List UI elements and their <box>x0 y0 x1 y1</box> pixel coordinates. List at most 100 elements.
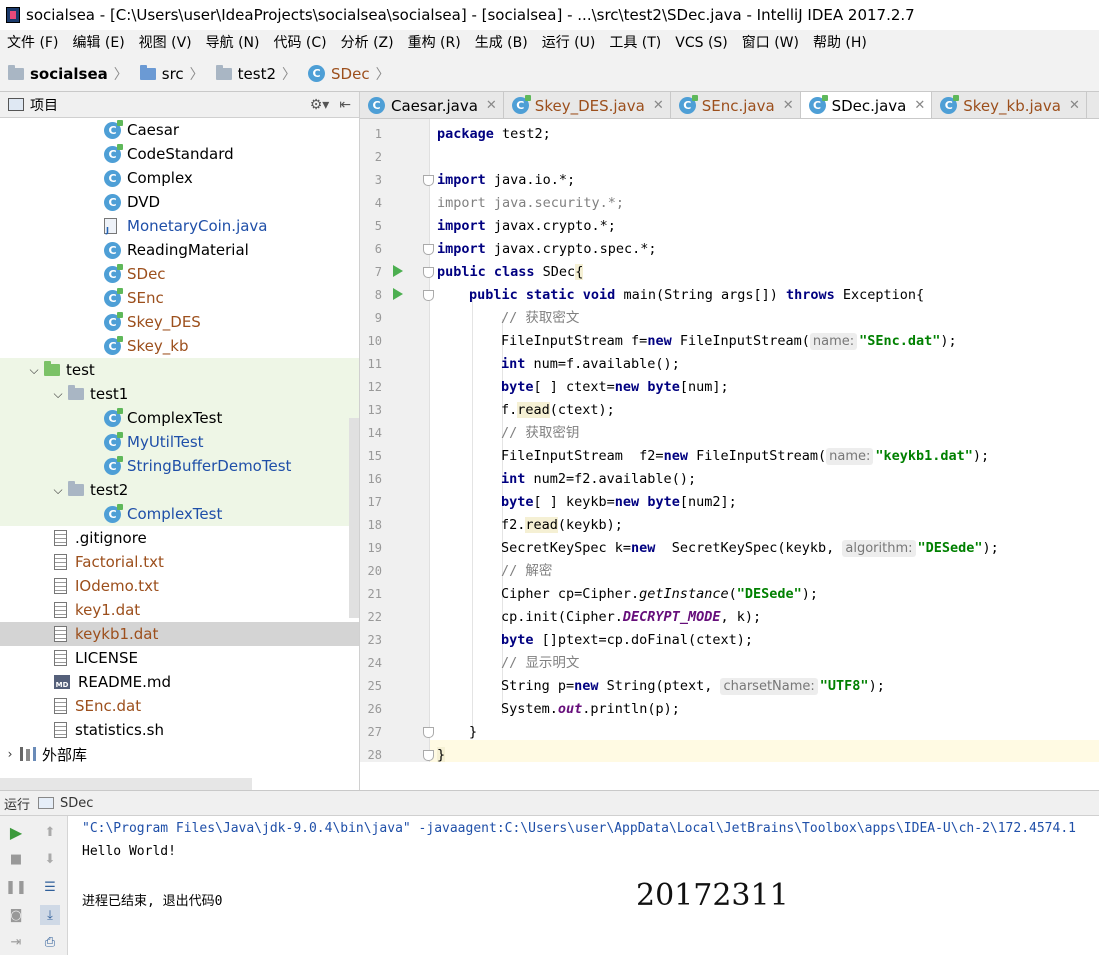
fold-icon[interactable] <box>423 175 434 186</box>
class-icon: C <box>104 193 121 211</box>
line-number: 17 <box>367 495 382 509</box>
breadcrumb-package[interactable]: test2 〉 <box>208 56 300 92</box>
rerun-icon[interactable]: ▶ <box>6 822 26 842</box>
tab-senc[interactable]: C SEnc.java ✕ <box>671 92 801 118</box>
up-arrow-icon[interactable]: ⬆ <box>40 822 60 842</box>
tree-item-complex[interactable]: C Complex <box>0 166 359 190</box>
menu-run[interactable]: 运行 (U) <box>535 30 603 56</box>
camera-icon[interactable]: ◙ <box>6 905 26 925</box>
window-title: socialsea - [C:\Users\user\IdeaProjects\… <box>26 6 915 24</box>
tab-skey-des[interactable]: C Skey_DES.java ✕ <box>504 92 671 118</box>
menu-window[interactable]: 窗口 (W) <box>735 30 806 56</box>
login-icon[interactable]: ⇥ <box>6 932 26 952</box>
menu-refactor[interactable]: 重构 (R) <box>401 30 468 56</box>
chevron-right-icon[interactable]: › <box>0 747 20 761</box>
fold-icon[interactable] <box>423 244 434 255</box>
line-number: 14 <box>367 426 382 440</box>
menu-help[interactable]: 帮助 (H) <box>806 30 874 56</box>
tree-item-sdec[interactable]: C SDec <box>0 262 359 286</box>
close-icon[interactable]: ✕ <box>486 98 497 113</box>
menu-edit[interactable]: 编辑 (E) <box>65 30 131 56</box>
tree-item-skey-des[interactable]: C Skey_DES <box>0 310 359 334</box>
tree-item-keykb1-dat[interactable]: keykb1.dat <box>0 622 359 646</box>
chevron-down-icon[interactable]: ⌵ <box>24 363 44 378</box>
tree-item-test1[interactable]: ⌵ test1 <box>0 382 359 406</box>
library-icon <box>20 747 36 761</box>
fold-icon[interactable] <box>423 267 434 278</box>
horizontal-scrollbar[interactable] <box>0 778 252 790</box>
tree-item-readme[interactable]: MD README.md <box>0 670 359 694</box>
tree-item-key1-dat[interactable]: key1.dat <box>0 598 359 622</box>
tree-item-codestandard[interactable]: C CodeStandard <box>0 142 359 166</box>
line-number: 2 <box>374 150 382 164</box>
menu-vcs[interactable]: VCS (S) <box>668 30 735 56</box>
tab-skey-kb[interactable]: C Skey_kb.java ✕ <box>932 92 1087 118</box>
tree-item-senc[interactable]: C SEnc <box>0 286 359 310</box>
tree-item-test[interactable]: ⌵ test <box>0 358 359 382</box>
close-icon[interactable]: ✕ <box>783 98 794 113</box>
tree-item-dvd[interactable]: C DVD <box>0 190 359 214</box>
tree-item-statistics-sh[interactable]: statistics.sh <box>0 718 359 742</box>
tab-caesar[interactable]: C Caesar.java ✕ <box>360 92 504 118</box>
run-gutter-icon[interactable] <box>393 288 403 300</box>
tab-sdec[interactable]: C SDec.java ✕ <box>800 92 933 118</box>
tree-item-gitignore[interactable]: .gitignore <box>0 526 359 550</box>
fold-icon[interactable] <box>423 290 434 301</box>
code-line: byte[ ] keykb=new byte[num2]; <box>501 494 737 510</box>
tree-item-myutiltest[interactable]: C MyUtilTest <box>0 430 359 454</box>
close-icon[interactable]: ✕ <box>1069 98 1080 113</box>
menu-code[interactable]: 代码 (C) <box>266 30 333 56</box>
menu-tools[interactable]: 工具 (T) <box>602 30 668 56</box>
menu-build[interactable]: 生成 (B) <box>468 30 535 56</box>
menu-view[interactable]: 视图 (V) <box>132 30 199 56</box>
text-file-icon <box>54 554 67 570</box>
hide-panel-icon[interactable]: ⇤ <box>339 97 351 113</box>
stop-icon[interactable]: ■ <box>6 849 26 869</box>
tree-item-external-libraries[interactable]: › 外部库 <box>0 742 359 766</box>
breadcrumb-class[interactable]: C SDec 〉 <box>300 56 394 92</box>
close-icon[interactable]: ✕ <box>914 98 925 113</box>
param-hint: charsetName: <box>720 678 818 695</box>
chevron-down-icon[interactable]: ⌵ <box>48 483 68 498</box>
tree-item-readingmaterial[interactable]: C ReadingMaterial <box>0 238 359 262</box>
fold-icon[interactable] <box>423 727 434 738</box>
tree-item-senc-dat[interactable]: SEnc.dat <box>0 694 359 718</box>
run-gutter-icon[interactable] <box>393 265 403 277</box>
menu-analyze[interactable]: 分析 (Z) <box>334 30 401 56</box>
console-output[interactable]: "C:\Program Files\Java\jdk-9.0.4\bin\jav… <box>68 816 1099 955</box>
tree-item-monetarycoin[interactable]: MonetaryCoin.java <box>0 214 359 238</box>
breadcrumb-src[interactable]: src 〉 <box>132 56 208 92</box>
tree-item-caesar[interactable]: C Caesar <box>0 118 359 142</box>
soft-wrap-icon[interactable]: ☰ <box>40 877 60 897</box>
fold-icon[interactable] <box>423 750 434 761</box>
menu-file[interactable]: 文件 (F) <box>0 30 65 56</box>
tree-item-iodemo-txt[interactable]: IOdemo.txt <box>0 574 359 598</box>
line-number: 11 <box>367 357 382 371</box>
chevron-right-icon: 〉 <box>113 66 128 83</box>
scroll-to-end-icon[interactable]: ⤓ <box>40 905 60 925</box>
tree-item-complextest-2[interactable]: C ComplexTest <box>0 502 359 526</box>
menu-navigate[interactable]: 导航 (N) <box>199 30 267 56</box>
console-line: Hello World! <box>82 844 176 859</box>
console-line: "C:\Program Files\Java\jdk-9.0.4\bin\jav… <box>82 821 1076 836</box>
chevron-down-icon[interactable]: ⌵ <box>48 387 68 402</box>
tree-item-factorial-txt[interactable]: Factorial.txt <box>0 550 359 574</box>
tree-item-skey-kb[interactable]: C Skey_kb <box>0 334 359 358</box>
down-arrow-icon[interactable]: ⬇ <box>40 849 60 869</box>
vertical-scrollbar[interactable] <box>349 418 359 618</box>
gear-icon[interactable]: ⚙▾ <box>310 97 330 113</box>
code-line: import javax.crypto.spec.*; <box>437 241 657 257</box>
code-editor[interactable]: 1 2 3 4 5 6 7 8 9 10 11 12 13 14 15 16 17 18 19 20 21 22 23 24 2… <box>360 119 1099 762</box>
code-line: FileInputStream f2=new FileInputStream(n… <box>501 448 990 465</box>
breadcrumb-project[interactable]: socialsea 〉 <box>0 56 132 92</box>
close-icon[interactable]: ✕ <box>653 98 664 113</box>
print-icon[interactable]: ⎙ <box>40 932 60 952</box>
run-config-tab[interactable]: SDec <box>60 796 93 811</box>
tree-item-complextest[interactable]: C ComplexTest <box>0 406 359 430</box>
console-line: 进程已结束, 退出代码0 <box>82 894 223 909</box>
code-line: public static void main(String args[]) t… <box>469 287 925 303</box>
pause-icon[interactable]: ❚❚ <box>5 877 27 897</box>
tree-item-license[interactable]: LICENSE <box>0 646 359 670</box>
tree-item-stringbufferdemotest[interactable]: C StringBufferDemoTest <box>0 454 359 478</box>
tree-item-test2[interactable]: ⌵ test2 <box>0 478 359 502</box>
